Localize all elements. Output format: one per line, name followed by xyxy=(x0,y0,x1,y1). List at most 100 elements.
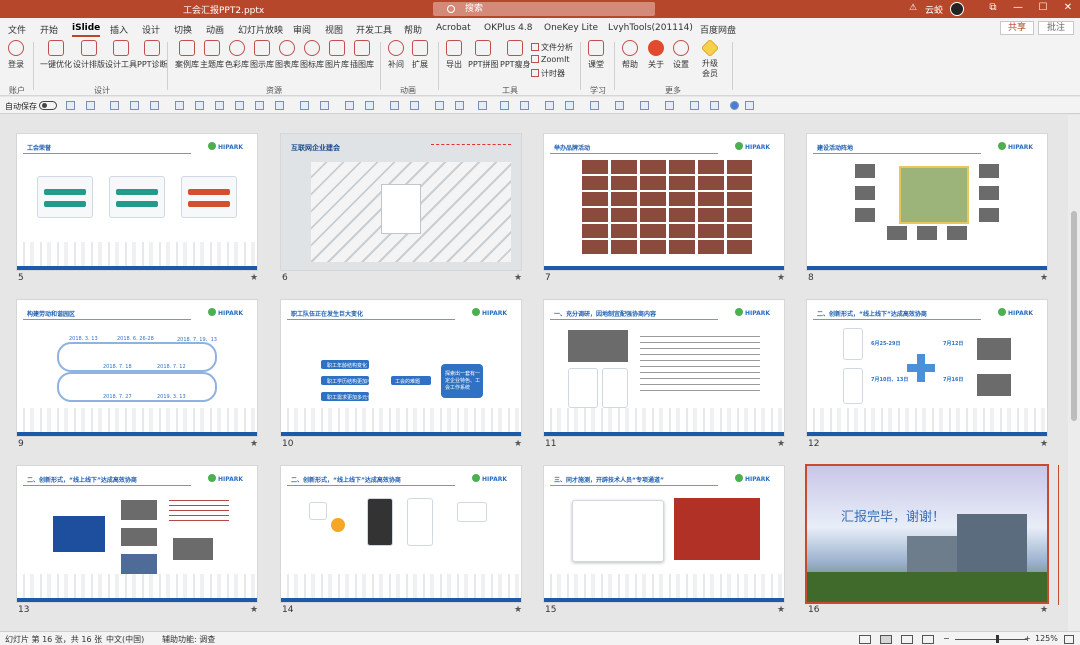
fit-to-window-icon[interactable] xyxy=(1064,635,1074,644)
tab-view[interactable]: 视图 xyxy=(325,23,343,36)
slide-thumbnail-7[interactable]: 举办品牌活动 HIPARK xyxy=(544,134,784,270)
transition-star-icon[interactable]: ★ xyxy=(777,605,785,615)
about-button[interactable]: 关于 xyxy=(648,40,664,70)
transition-star-icon[interactable]: ★ xyxy=(1040,439,1048,449)
upgrade-member-button[interactable]: 升级 会员 xyxy=(700,38,720,79)
transition-star-icon[interactable]: ★ xyxy=(1040,605,1048,615)
slide-thumbnail-11[interactable]: 一、充分调研，因地制宜配强协商内容 HIPARK xyxy=(544,300,784,436)
grid-icon[interactable] xyxy=(710,101,719,110)
design-tools-button[interactable]: 设计工具 xyxy=(105,40,137,70)
file-name[interactable]: 工会汇报PPT2.pptx xyxy=(183,3,264,16)
tab-help[interactable]: 帮助 xyxy=(404,23,422,36)
color-picker-icon[interactable] xyxy=(730,101,739,110)
zoom-slider-thumb[interactable] xyxy=(996,635,999,643)
shapes-icon[interactable] xyxy=(615,101,624,110)
undo-icon[interactable] xyxy=(86,101,95,110)
group-icon[interactable] xyxy=(345,101,354,110)
bring-forward-icon[interactable] xyxy=(390,101,399,110)
ppt-diagnosis-button[interactable]: PPT诊断 xyxy=(137,40,168,70)
vertical-scrollbar[interactable] xyxy=(1068,115,1080,631)
one-key-optimize-button[interactable]: 一键优化 xyxy=(40,40,72,70)
timer-button[interactable]: 计时器 xyxy=(531,68,565,79)
diagram-library-button[interactable]: 图示库 xyxy=(250,40,274,70)
distribute-h-icon[interactable] xyxy=(300,101,309,110)
slide-thumbnail-6[interactable]: 互联网企业建会 xyxy=(281,134,521,270)
slide-thumbnail-8[interactable]: 建设活动阵地 HIPARK xyxy=(807,134,1047,270)
slide-thumbnail-13[interactable]: 二、创新形式，“线上线下”达成高效协商 HIPARK xyxy=(17,466,257,602)
transition-star-icon[interactable]: ★ xyxy=(514,605,522,615)
close-button[interactable]: ✕ xyxy=(1058,2,1078,13)
language-indicator[interactable]: 中文(中国) xyxy=(106,634,144,645)
picture-library-button[interactable]: 图片库 xyxy=(325,40,349,70)
tween-button[interactable]: 补间 xyxy=(388,40,404,70)
shape-outline-icon[interactable] xyxy=(455,101,464,110)
transition-star-icon[interactable]: ★ xyxy=(514,439,522,449)
slideshow-icon[interactable] xyxy=(110,101,119,110)
save-icon[interactable] xyxy=(66,101,75,110)
scrollbar-thumb[interactable] xyxy=(1071,211,1077,421)
tab-okplus[interactable]: OKPlus 4.8 xyxy=(484,23,532,33)
tab-design[interactable]: 设计 xyxy=(142,23,160,36)
slide-thumbnail-9[interactable]: 构建劳动和谐园区 HIPARK 2018. 3. 13 2018. 6. 26-… xyxy=(17,300,257,436)
tab-lvyhtools[interactable]: LvyhTools(201114) xyxy=(608,23,693,33)
extend-button[interactable]: 扩展 xyxy=(412,40,428,70)
align-top-icon[interactable] xyxy=(235,101,244,110)
slide-thumbnail-14[interactable]: 二、创新形式，“线上线下”达成高效协商 HIPARK xyxy=(281,466,521,602)
ribbon-display-options-icon[interactable]: ⧉ xyxy=(983,2,1003,13)
transition-star-icon[interactable]: ★ xyxy=(250,439,258,449)
export-button[interactable]: 导出 xyxy=(446,40,462,70)
customize-qat-icon[interactable] xyxy=(745,101,754,110)
slideshow-view-icon[interactable] xyxy=(922,635,934,644)
zoomit-button[interactable]: ZoomIt xyxy=(531,55,570,64)
tab-slideshow[interactable]: 幻灯片放映 xyxy=(238,23,283,36)
tab-baidu-netdisk[interactable]: 百度网盘 xyxy=(700,23,736,36)
tab-onekey[interactable]: OneKey Lite xyxy=(544,23,598,33)
selection-pane-icon[interactable] xyxy=(665,101,674,110)
slide-sorter-view-icon[interactable] xyxy=(880,635,892,644)
slide-thumbnail-10[interactable]: 职工队伍正在发生巨大变化 HIPARK 职工年龄结构变化 职工学历结构更加丰富 … xyxy=(281,300,521,436)
slide-thumbnail-5[interactable]: 工会荣誉 HIPARK xyxy=(17,134,257,270)
login-button[interactable]: 登录 xyxy=(8,40,24,70)
tab-file[interactable]: 文件 xyxy=(8,23,26,36)
zoom-in-button[interactable]: + xyxy=(1024,634,1031,643)
align-right-icon[interactable] xyxy=(215,101,224,110)
file-analysis-button[interactable]: 文件分析 xyxy=(531,42,573,53)
theme-library-button[interactable]: 主题库 xyxy=(200,40,224,70)
ppt-tile-button[interactable]: PPT拼图 xyxy=(468,40,499,70)
case-library-button[interactable]: 案例库 xyxy=(175,40,199,70)
format-painter-icon[interactable] xyxy=(565,101,574,110)
transition-star-icon[interactable]: ★ xyxy=(777,273,785,283)
chart-library-button[interactable]: 图表库 xyxy=(275,40,299,70)
bullet-icon[interactable] xyxy=(520,101,529,110)
icon-library-button[interactable]: 图标库 xyxy=(300,40,324,70)
transition-star-icon[interactable]: ★ xyxy=(514,273,522,283)
zoom-out-button[interactable]: − xyxy=(943,634,950,643)
transition-star-icon[interactable]: ★ xyxy=(1040,273,1048,283)
arrange-icon[interactable] xyxy=(640,101,649,110)
avatar[interactable] xyxy=(950,2,964,16)
shape-fill-icon[interactable] xyxy=(435,101,444,110)
align-middle-icon[interactable] xyxy=(255,101,264,110)
crop-icon[interactable] xyxy=(150,101,159,110)
zoom-in-icon[interactable] xyxy=(690,101,699,110)
ungroup-icon[interactable] xyxy=(365,101,374,110)
color-library-button[interactable]: 色彩库 xyxy=(225,40,249,70)
tab-review[interactable]: 审阅 xyxy=(293,23,311,36)
user-name[interactable]: 云蛟 xyxy=(925,3,943,16)
accessibility-status[interactable]: 辅助功能: 调查 xyxy=(162,634,215,645)
tab-animations[interactable]: 动画 xyxy=(206,23,224,36)
align-center-icon[interactable] xyxy=(195,101,204,110)
search-box[interactable]: 搜索 xyxy=(433,2,655,16)
table-icon[interactable] xyxy=(590,101,599,110)
maximize-button[interactable]: ☐ xyxy=(1033,2,1053,13)
tab-developer[interactable]: 开发工具 xyxy=(356,23,392,36)
slide-thumbnail-15[interactable]: 三、同才施测，开辟技术人员“专项通道” HIPARK xyxy=(544,466,784,602)
settings-button[interactable]: 设置 xyxy=(673,40,689,70)
classroom-button[interactable]: 课堂 xyxy=(588,40,604,70)
tab-acrobat[interactable]: Acrobat xyxy=(436,23,471,33)
slide-thumbnail-16[interactable]: 汇报完毕，谢谢！ xyxy=(807,466,1047,602)
reading-view-icon[interactable] xyxy=(901,635,913,644)
align-left-icon[interactable] xyxy=(175,101,184,110)
format-icon[interactable] xyxy=(130,101,139,110)
ppt-slim-button[interactable]: PPT瘦身 xyxy=(500,40,531,70)
